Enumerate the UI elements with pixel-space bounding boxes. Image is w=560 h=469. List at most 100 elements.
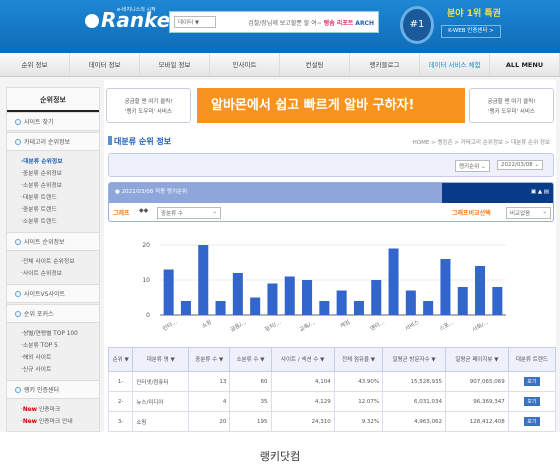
- nav-item[interactable]: 랭키블로그: [350, 53, 420, 76]
- column-header[interactable]: 순위 ▼: [107, 347, 134, 372]
- sidebar-group[interactable]: 사이트VS사이트: [7, 284, 99, 303]
- sidebar-item[interactable]: ·New 인증마크: [21, 404, 99, 416]
- sidebar-group[interactable]: 순위 포커스: [7, 304, 99, 323]
- column-header[interactable]: 소분류 수 ▼: [229, 347, 272, 372]
- ad-banner[interactable]: 알바몬에서 쉽고 빠르게 알바 구하자!: [197, 88, 465, 123]
- bar: [284, 276, 295, 315]
- rank-badge-icon: #1: [400, 6, 434, 44]
- new-badge: New: [22, 407, 37, 413]
- caption: 랭키닷컴: [259, 450, 301, 463]
- column-header[interactable]: 대분류 트렌드: [507, 347, 557, 372]
- table-cell: 15,528,935: [382, 371, 446, 392]
- promo-text: 분야 1위 특권: [447, 9, 501, 19]
- sidebar-item[interactable]: ·전체 사이트 순위정보: [21, 256, 99, 268]
- page-title: 대분류 순위 정보: [108, 136, 171, 147]
- trend-view-button[interactable]: 보기: [524, 377, 540, 386]
- column-header[interactable]: 일평균 방문자수 ▼: [382, 347, 446, 372]
- search-input[interactable]: 검찰/장님께 보고할뿐 할 여~ 랭솜 리포트 ARCH: [248, 18, 374, 27]
- nav-item[interactable]: 데이터 정보: [70, 53, 140, 76]
- column-header[interactable]: 전체 점유율 ▼: [333, 347, 384, 372]
- sidebar-group-label: 랭키 인증센터: [24, 387, 60, 394]
- column-header[interactable]: 사이트 / 섹션 수 ▼: [270, 347, 335, 372]
- help-text: 궁금할 땐 여기 클릭!: [487, 99, 536, 105]
- sidebar-item[interactable]: ·중분류 트렌드: [21, 204, 99, 216]
- graph-select[interactable]: 중분류 수 ⌄: [157, 207, 221, 219]
- main-nav: 순위 정보 데이터 정보 모바일 정보 인사이트 컨설팅 랭키블로그 데이터 서…: [0, 53, 560, 77]
- sidebar-item[interactable]: ·성별/연령별 TOP 100: [21, 328, 99, 340]
- bar: [440, 259, 451, 315]
- sidebar-item[interactable]: ·New 인증마크 안내: [21, 416, 99, 428]
- trend-view-button[interactable]: 보기: [524, 397, 540, 406]
- bar: [319, 301, 330, 315]
- sidebar-group-label: 사이트 찾기: [24, 119, 54, 126]
- table-header-row: 순위 ▼ 대분류 명 ▼ 중분류 수 ▼ 소분류 수 ▼ 사이트 / 섹션 수 ▼ 전체 …: [107, 347, 557, 372]
- search-button[interactable]: ARCH: [355, 20, 374, 27]
- sidebar-item[interactable]: ·소분류 TOP 5: [21, 340, 99, 352]
- sidebar-item[interactable]: ·소분류 트렌드: [21, 216, 99, 228]
- bar: [492, 287, 503, 315]
- x-tick-label: 사회/...: [471, 318, 490, 334]
- table-cell: 보기: [507, 411, 557, 432]
- main-content: 궁금할 땐 여기 클릭! '랭키 도우미' 서비스 알바몬에서 쉽고 빠르게 알바…: [104, 80, 557, 432]
- table-cell: 43.90%: [333, 371, 384, 392]
- bar: [180, 301, 191, 315]
- bar-chart: 0 10 20 인터... 쇼핑 금융/... 정치/... 교육/... 게임 엔터... 서비스…: [142, 242, 506, 334]
- bar: [302, 280, 313, 315]
- x-tick-label: 게임: [339, 318, 352, 330]
- table-cell: 907,065,069: [444, 371, 509, 392]
- ranking-box: ● 2022/03/08 적용 랭키순위 ▣ ▲ ▤ 그래프 ◆◆ 중분류 수 ⌄…: [108, 182, 554, 222]
- nav-item[interactable]: 인사이트: [210, 53, 280, 76]
- bar: [232, 273, 243, 315]
- bar: [353, 301, 364, 315]
- all-menu-button[interactable]: ALL MENU: [490, 53, 560, 76]
- export-icons[interactable]: ▣ ▲ ▤: [531, 183, 549, 201]
- column-header[interactable]: 일평균 페이지뷰 ▼: [444, 347, 509, 372]
- sort-arrows-icon[interactable]: ◆◆: [139, 207, 148, 214]
- bullet-icon: [15, 119, 21, 125]
- graph-controls: 그래프 ◆◆ 중분류 수 ⌄ 그래프비교선택 비교없음 ⌄: [109, 203, 553, 221]
- sidebar-item[interactable]: ·대분류 순위정보: [21, 156, 99, 168]
- nav-item[interactable]: 순위 정보: [0, 53, 70, 76]
- table-cell: 4,963,062: [382, 411, 446, 432]
- search-category[interactable]: 데이터 ▼: [174, 16, 216, 28]
- ranking-table: 순위 ▼ 대분류 명 ▼ 중분류 수 ▼ 소분류 수 ▼ 사이트 / 섹션 수 ▼ 전체 …: [107, 347, 557, 432]
- nav-item[interactable]: 컨설팅: [280, 53, 350, 76]
- sidebar-item[interactable]: ·신규 사이트: [21, 364, 99, 376]
- kweb-button[interactable]: K-WEB 인증센터 >: [441, 25, 501, 38]
- table-cell: 4: [188, 391, 231, 412]
- compare-label: 그래프비교선택: [452, 210, 491, 217]
- x-tick-label: 정치/...: [263, 318, 282, 334]
- bar: [388, 248, 399, 315]
- date-select[interactable]: 2022/03/08 ⌄: [497, 160, 544, 170]
- compare-select[interactable]: 비교없음 ⌄: [506, 207, 551, 219]
- filter-bar: 랭키순위 ⌄ 2022/03/08 ⌄: [108, 153, 554, 177]
- search-box[interactable]: 데이터 ▼ 검찰/장님께 보고할뿐 할 여~ 랭솜 리포트 ARCH: [169, 11, 379, 33]
- sidebar-item[interactable]: ·중분류 순위정보: [21, 168, 99, 180]
- nav-item[interactable]: 데이터 서비스 체험: [420, 53, 490, 76]
- help-banner-right[interactable]: 궁금할 땐 여기 클릭! '랭키 도우미' 서비스: [469, 88, 554, 123]
- rank-select[interactable]: 랭키순위 ⌄: [455, 160, 490, 172]
- column-header[interactable]: 대분류 명 ▼: [132, 347, 190, 372]
- sidebar-item[interactable]: ·소분류 순위정보: [21, 180, 99, 192]
- trend-view-button[interactable]: 보기: [524, 417, 540, 426]
- table-cell: 128,412,408: [444, 411, 509, 432]
- table-cell: 12.07%: [333, 391, 384, 412]
- sidebar-group[interactable]: 카테고리 순위정보: [7, 132, 99, 151]
- sidebar-item[interactable]: ·사이트 순위정보: [21, 268, 99, 280]
- help-banner-left[interactable]: 궁금할 땐 여기 클릭! '랭키 도우미' 서비스: [106, 88, 191, 123]
- sidebar-group[interactable]: 사이트 순위정보: [7, 232, 99, 251]
- sidebar-group[interactable]: 랭키 인증센터: [7, 380, 99, 399]
- date-select-value: 2022/03/08: [501, 162, 533, 168]
- sidebar-item-label: 소분류 순위정보: [22, 183, 63, 189]
- nav-item[interactable]: 모바일 정보: [140, 53, 210, 76]
- sidebar-item[interactable]: ·해외 사이트: [21, 352, 99, 364]
- column-header[interactable]: 중분류 수 ▼: [188, 347, 231, 372]
- bar: [457, 287, 468, 315]
- sidebar-item-label: 해외 사이트: [22, 355, 52, 361]
- sidebar-item[interactable]: ·대분류 트렌드: [21, 192, 99, 204]
- sidebar-submenu: ·대분류 순위정보 ·중분류 순위정보 ·소분류 순위정보 ·대분류 트렌드 ·중분류 …: [7, 152, 99, 232]
- table-cell: 24,310: [270, 411, 335, 432]
- sidebar-item-label: 신규 사이트: [22, 367, 52, 373]
- sidebar-group[interactable]: 사이트 찾기: [7, 112, 99, 131]
- title-marker-icon: [108, 136, 112, 145]
